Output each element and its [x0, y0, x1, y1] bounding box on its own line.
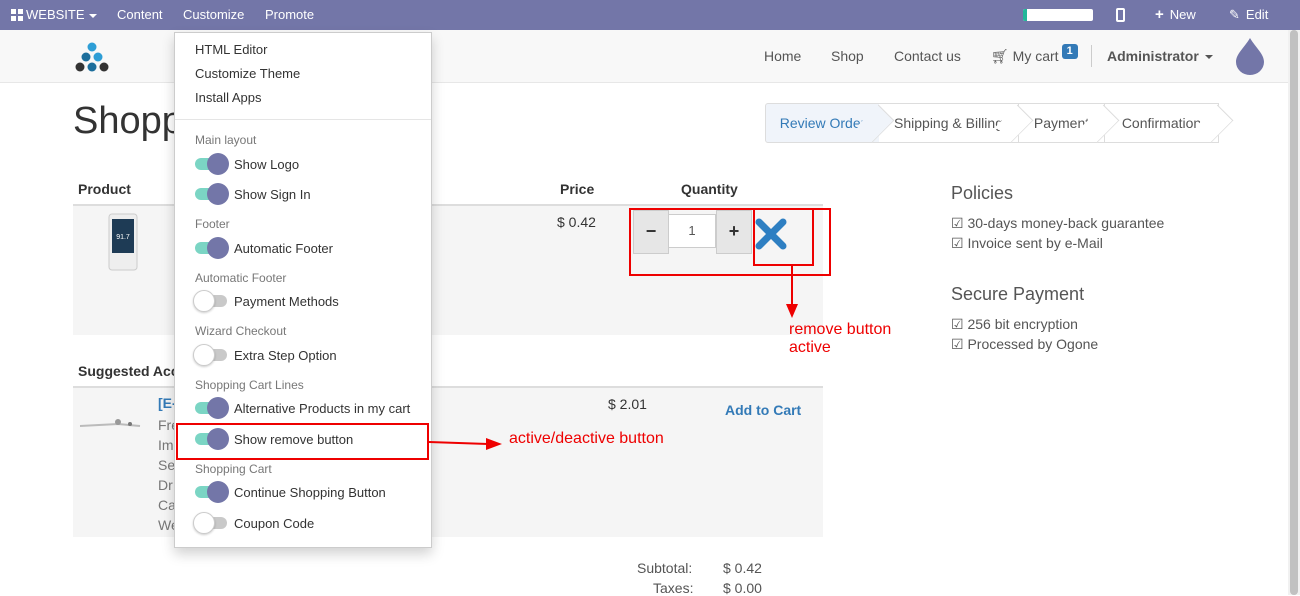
- apps-grid-icon[interactable]: [11, 9, 23, 21]
- toggle-automatic-footer[interactable]: [195, 237, 229, 259]
- cart-count-badge: 1: [1061, 44, 1078, 59]
- section-header: Main layout: [195, 133, 257, 147]
- menu-divider: [175, 119, 431, 120]
- annotation-box-toggle: [176, 423, 429, 460]
- mobile-preview-icon[interactable]: [1116, 8, 1125, 22]
- toggle-label[interactable]: Payment Methods: [234, 294, 339, 309]
- toggle-coupon-code[interactable]: [193, 512, 227, 534]
- accessory-price: $ 2.01: [608, 396, 647, 412]
- edit-button[interactable]: ✎ Edit: [1229, 0, 1268, 30]
- checkout-wizard: Review Order Shipping & Billing Payment …: [765, 103, 1234, 143]
- nav-home[interactable]: Home: [764, 30, 801, 82]
- admin-bar: WEBSITE Content Customize Promote + New ✎…: [0, 0, 1300, 30]
- annotation-box-remove: [753, 208, 814, 266]
- caret-down-icon: [88, 13, 97, 18]
- wizard-step-payment[interactable]: Payment: [1019, 103, 1120, 143]
- policies-title: Policies: [951, 183, 1014, 203]
- section-header: Wizard Checkout: [195, 324, 287, 338]
- subtotal-label: Subtotal:: [637, 560, 693, 576]
- cart-line-price: $ 0.42: [557, 214, 596, 230]
- wizard-step-confirmation[interactable]: Confirmation: [1105, 103, 1234, 143]
- toggle-label[interactable]: Show Sign In: [234, 187, 311, 202]
- nav-divider: [1091, 45, 1092, 67]
- nav-contact[interactable]: Contact us: [894, 30, 961, 82]
- pencil-icon: ✎: [1229, 7, 1240, 22]
- policy-item: ☑ Invoice sent by e-Mail: [951, 235, 1103, 251]
- toggle-show-sign-in[interactable]: [195, 183, 229, 205]
- toggle-label[interactable]: Coupon Code: [234, 516, 314, 531]
- toggle-label[interactable]: Automatic Footer: [234, 241, 333, 256]
- nav-cart[interactable]: 🛒︎ My cart 1: [991, 30, 1078, 82]
- section-header: Automatic Footer: [195, 271, 287, 285]
- caret-down-icon: [1204, 55, 1213, 60]
- scrollbar-thumb[interactable]: [1290, 30, 1298, 595]
- website-menu[interactable]: WEBSITE: [26, 0, 97, 30]
- accessory-image[interactable]: [78, 408, 142, 436]
- col-price: Price: [560, 181, 595, 197]
- toggle-extra-step[interactable]: [193, 344, 227, 366]
- menu-item-customize-theme[interactable]: Customize Theme: [195, 66, 300, 81]
- customize-dropdown: HTML Editor Customize Theme Install Apps…: [174, 32, 432, 548]
- progress-fill: [1023, 9, 1027, 21]
- cart-icon: 🛒︎: [991, 48, 1009, 64]
- scrollbar[interactable]: [1288, 30, 1300, 595]
- user-menu[interactable]: Administrator: [1107, 30, 1213, 82]
- promote-menu[interactable]: Promote: [265, 0, 314, 30]
- menu-item-html-editor[interactable]: HTML Editor: [195, 42, 267, 57]
- policy-item: ☑ 30-days money-back guarantee: [951, 215, 1165, 231]
- toggle-label[interactable]: Continue Shopping Button: [234, 485, 386, 500]
- add-to-cart-button[interactable]: Add to Cart: [725, 402, 801, 418]
- svg-text:91.7: 91.7: [116, 234, 130, 241]
- col-product: Product: [78, 181, 131, 197]
- secure-item: ☑ Processed by Ogone: [951, 336, 1099, 352]
- product-image[interactable]: 91.7: [108, 213, 138, 271]
- toggle-label[interactable]: Extra Step Option: [234, 348, 337, 363]
- annotation-text: active: [789, 339, 831, 356]
- progress-bar: [1023, 9, 1093, 21]
- taxes-value: $ 0.00: [723, 580, 762, 596]
- secure-item: ☑ 256 bit encryption: [951, 316, 1078, 332]
- toggle-alternative-products[interactable]: [195, 397, 229, 419]
- col-quantity: Quantity: [681, 181, 738, 197]
- toggle-payment-methods[interactable]: [193, 290, 227, 312]
- annotation-text: active/deactive button: [509, 430, 664, 447]
- wizard-step-review[interactable]: Review Order: [765, 103, 895, 143]
- droplet-icon[interactable]: [1234, 36, 1266, 76]
- new-button[interactable]: + New: [1155, 0, 1196, 30]
- nav-shop[interactable]: Shop: [831, 30, 864, 82]
- toggle-show-logo[interactable]: [195, 153, 229, 175]
- annotation-text: remove button: [789, 321, 892, 338]
- toggle-label[interactable]: Alternative Products in my cart: [234, 401, 410, 416]
- logo[interactable]: [75, 42, 111, 74]
- section-header: Shopping Cart: [195, 462, 272, 476]
- customize-menu[interactable]: Customize: [183, 0, 244, 30]
- plus-icon: +: [1155, 6, 1164, 23]
- content-menu[interactable]: Content: [117, 0, 163, 30]
- secure-payment-title: Secure Payment: [951, 284, 1085, 304]
- toggle-label[interactable]: Show Logo: [234, 157, 299, 172]
- menu-item-install-apps[interactable]: Install Apps: [195, 90, 262, 105]
- wizard-step-shipping[interactable]: Shipping & Billing: [879, 103, 1034, 143]
- section-header: Shopping Cart Lines: [195, 378, 304, 392]
- subtotal-value: $ 0.42: [723, 560, 762, 576]
- taxes-label: Taxes:: [653, 580, 694, 596]
- section-header: Footer: [195, 217, 230, 231]
- toggle-continue-shopping[interactable]: [195, 481, 229, 503]
